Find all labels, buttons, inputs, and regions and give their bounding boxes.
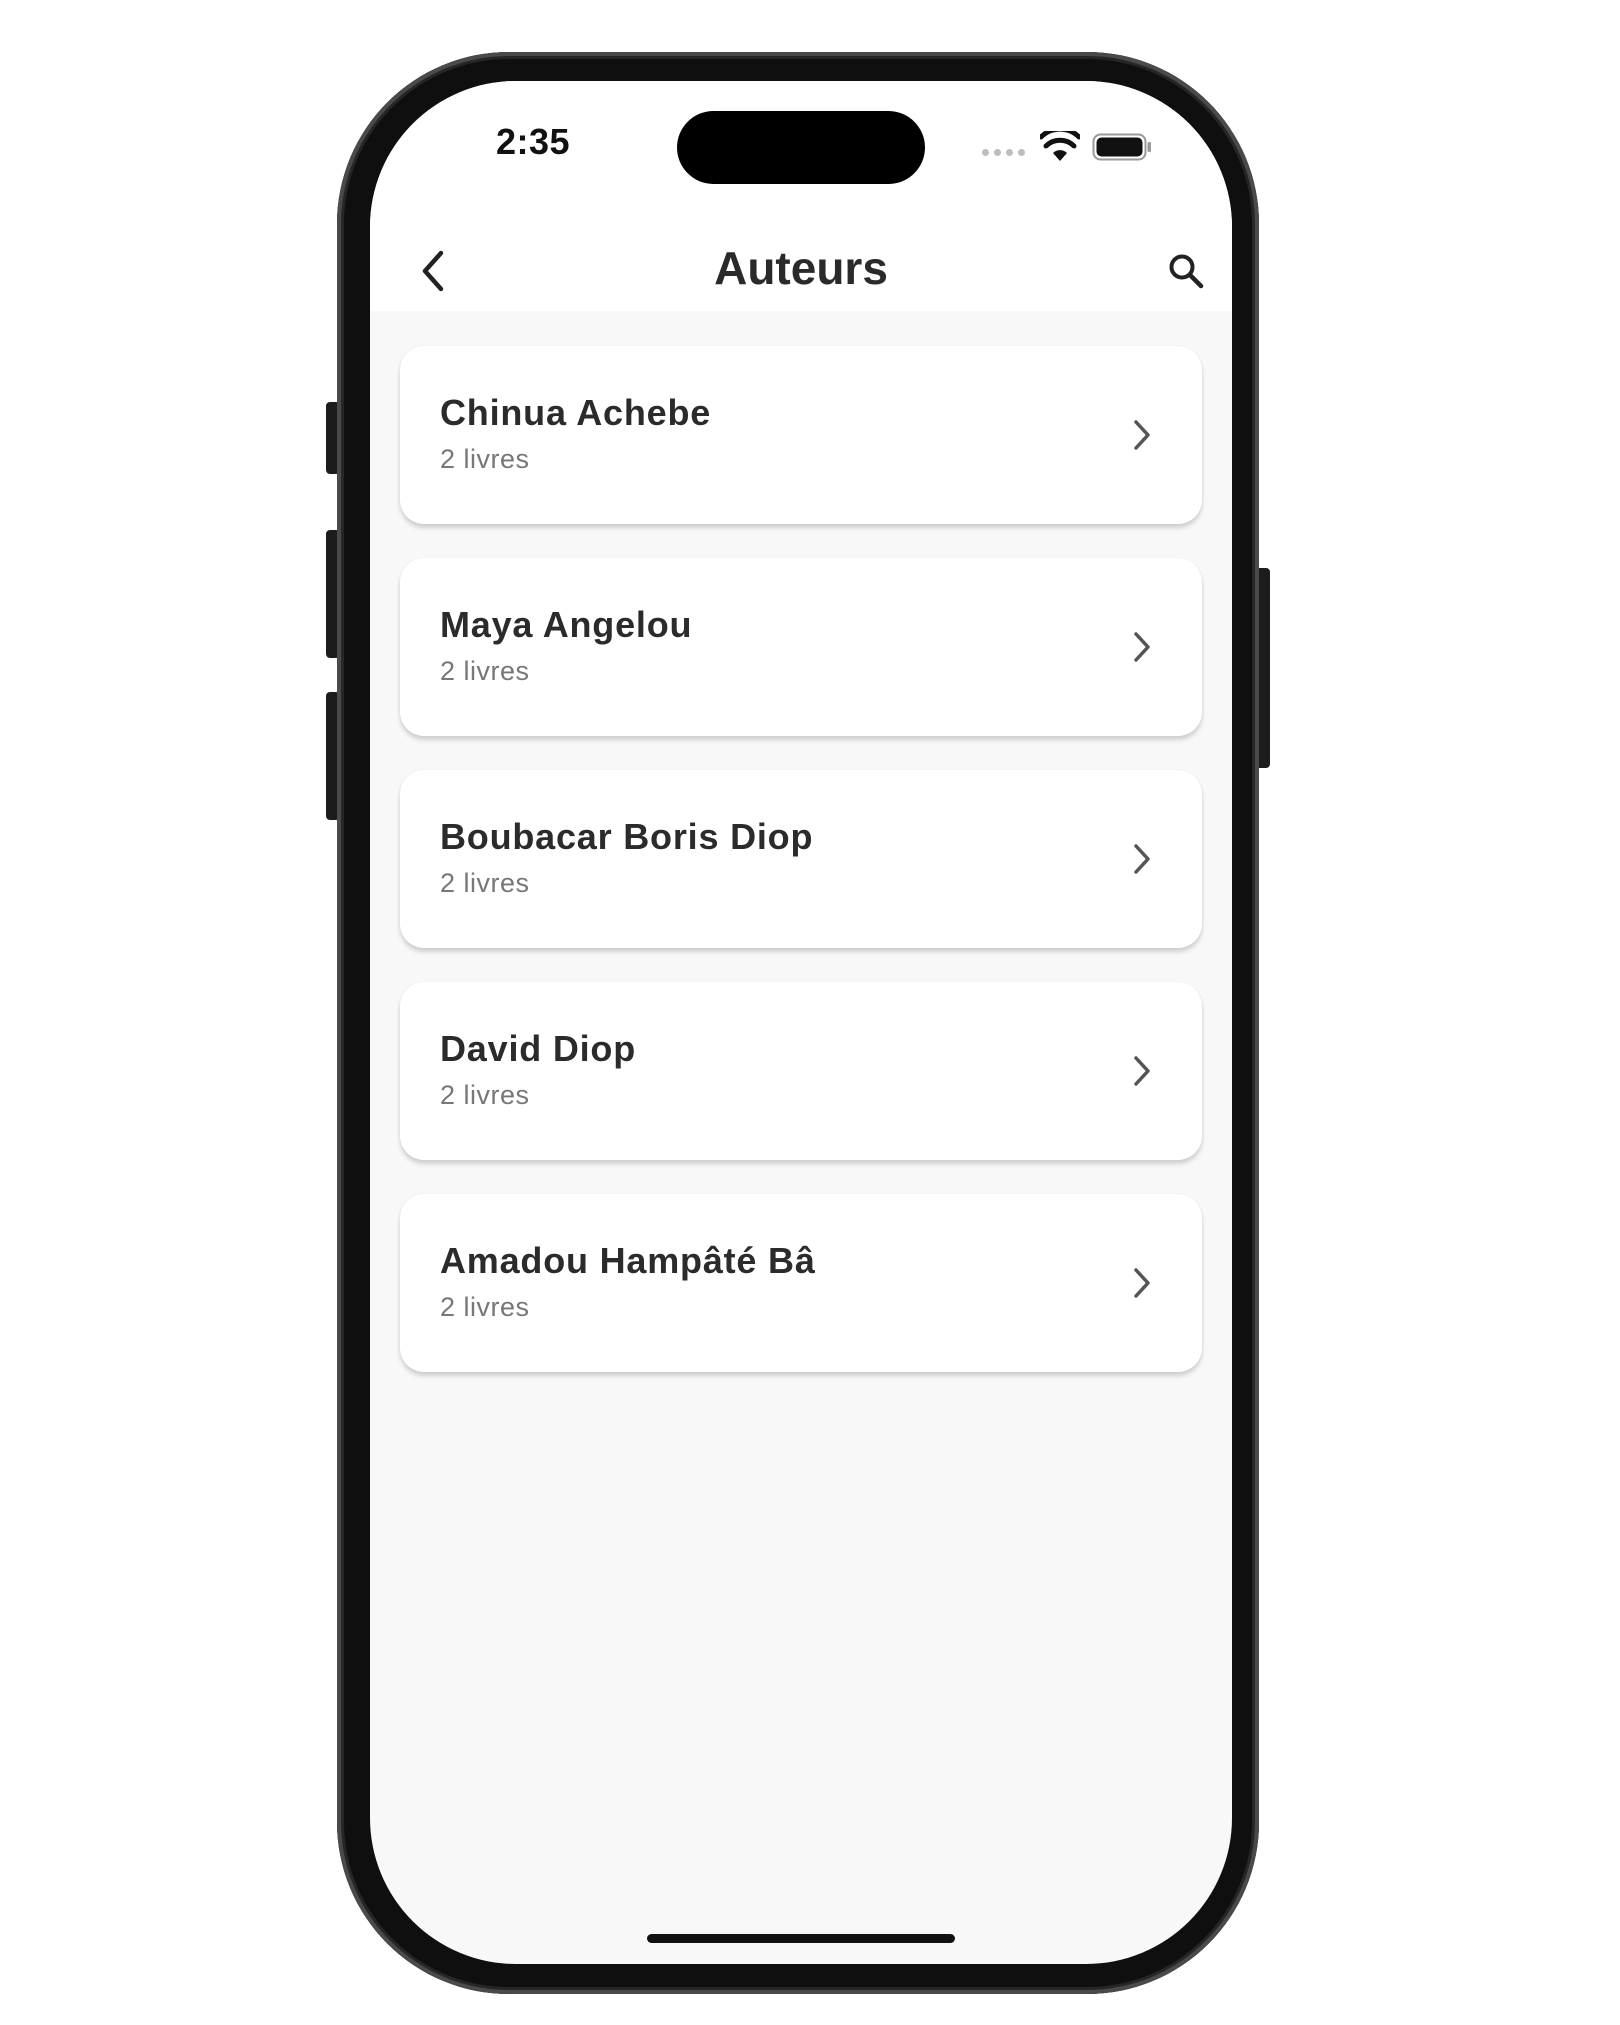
- navigation-bar: Auteurs: [370, 231, 1232, 311]
- app-screen: 2:35 Auteurs Chinua Achebe 2 livres Maya…: [370, 81, 1232, 1964]
- home-indicator[interactable]: [647, 1934, 955, 1943]
- book-count: 2 livres: [440, 1292, 530, 1322]
- chevron-right-icon: [1122, 839, 1162, 879]
- device-stage: 2:35 Auteurs Chinua Achebe 2 livres Maya…: [0, 0, 1620, 2025]
- author-card[interactable]: Maya Angelou 2 livres: [400, 558, 1202, 736]
- dynamic-island: [677, 111, 925, 184]
- book-count: 2 livres: [440, 444, 530, 474]
- chevron-right-icon: [1122, 627, 1162, 667]
- author-card[interactable]: Amadou Hampâté Bâ 2 livres: [400, 1194, 1202, 1372]
- author-card[interactable]: David Diop 2 livres: [400, 982, 1202, 1160]
- chevron-right-icon: [1122, 415, 1162, 455]
- author-name: Chinua Achebe: [440, 392, 712, 433]
- book-count: 2 livres: [440, 1080, 530, 1110]
- page-title: Auteurs: [714, 242, 888, 294]
- chevron-right-icon: [1122, 1263, 1162, 1303]
- author-name: David Diop: [440, 1028, 637, 1069]
- search-button[interactable]: [1160, 245, 1212, 297]
- status-time: 2:35: [496, 121, 571, 162]
- search-icon: [1169, 254, 1204, 289]
- battery-icon: [1092, 133, 1151, 161]
- authors-list: Chinua Achebe 2 livres Maya Angelou 2 li…: [400, 346, 1202, 1406]
- author-name: Boubacar Boris Diop: [440, 816, 814, 857]
- author-name: Maya Angelou: [440, 604, 693, 645]
- cellular-dots-icon: [982, 149, 1025, 156]
- book-count: 2 livres: [440, 868, 530, 898]
- book-count: 2 livres: [440, 656, 530, 686]
- chevron-right-icon: [1122, 1051, 1162, 1091]
- wifi-icon: [1040, 131, 1080, 161]
- author-card[interactable]: Chinua Achebe 2 livres: [400, 346, 1202, 524]
- author-name: Amadou Hampâté Bâ: [440, 1240, 816, 1281]
- author-card[interactable]: Boubacar Boris Diop 2 livres: [400, 770, 1202, 948]
